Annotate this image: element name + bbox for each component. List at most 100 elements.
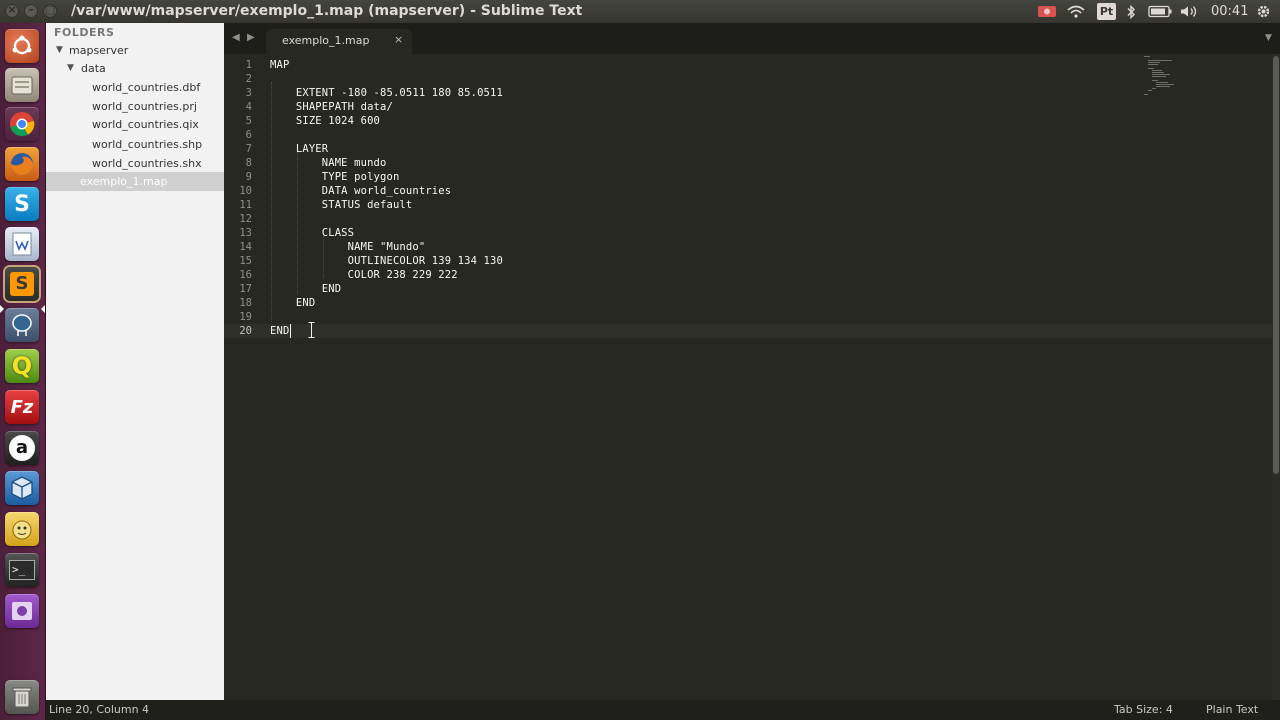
settings-gear-icon[interactable] [1256,0,1271,23]
line-number: 2 [245,73,252,85]
pidgin-icon[interactable] [5,512,39,546]
tab-nav-left-icon[interactable]: ◀ [232,32,240,43]
screen-recorder-icon[interactable] [1037,0,1057,23]
launcher: S S Q Fz a >_ [0,23,46,720]
line-number: 15 [239,255,252,267]
clock[interactable]: 00:41 [1211,0,1248,23]
volume-icon[interactable] [1180,0,1200,23]
amazon-icon[interactable]: a [5,431,39,465]
code-line: DATA world_countries [270,185,452,197]
tab-menu-icon[interactable]: ▼ [1265,33,1272,43]
ubuntu-dash-icon[interactable] [5,29,39,63]
keyboard-layout-label: Pt [1097,3,1116,20]
tab-exemplo-1-map[interactable]: exemplo_1.map × [266,29,412,54]
line-number: 13 [239,227,252,239]
tab-nav-right-icon[interactable]: ▶ [247,32,255,43]
line-number: 14 [239,241,252,253]
tab-close-icon[interactable]: × [394,33,403,46]
terminal-icon[interactable]: >_ [5,553,39,587]
filezilla-icon[interactable]: Fz [5,390,39,424]
chrome-icon[interactable] [5,107,39,141]
tree-folder-mapserver[interactable]: ▼ mapserver [46,41,224,60]
code-line: COLOR 238 229 222 [270,269,458,281]
keyboard-layout-indicator[interactable]: Pt [1097,0,1116,23]
code-line: EXTENT -180 -85.0511 180 85.0511 [270,87,503,99]
tree-item-label: mapserver [69,44,129,57]
line-number: 10 [239,185,252,197]
top-panel: × – □ /var/www/mapserver/exemplo_1.map (… [0,0,1280,23]
code-line: SIZE 1024 600 [270,115,381,127]
line-number: 20 [239,325,252,337]
sidebar: FOLDERS ▼ mapserver ▼ data world_countri… [46,23,224,700]
line-number: 16 [239,269,252,281]
active-indicator [41,305,45,313]
libreoffice-writer-icon[interactable] [5,227,39,261]
files-icon[interactable] [5,68,39,102]
firefox-icon[interactable] [5,147,39,181]
maximize-window-button[interactable]: □ [43,3,57,18]
minimize-icon: – [28,3,34,16]
vertical-scrollbar[interactable] [1272,54,1280,700]
pgadmin-icon[interactable] [5,308,39,342]
code-line: NAME "Mundo" [270,241,426,253]
qgis-icon[interactable]: Q [5,349,39,383]
tree-item-label: world_countries.prj [92,100,197,113]
line-number: 7 [245,143,252,155]
trash-icon[interactable] [5,680,39,714]
code-line: MAP [270,59,290,71]
battery-icon[interactable] [1148,0,1172,23]
line-number: 19 [239,311,252,323]
tree-item-label: data [81,62,106,75]
line-number: 1 [245,59,252,71]
expand-arrow-icon[interactable]: ▼ [67,59,74,78]
tree-item-label: world_countries.qix [92,118,199,131]
tab-label: exemplo_1.map [282,34,370,47]
line-number: 18 [239,297,252,309]
code-editor[interactable]: 1 2 3 4 5 6 7 8 9 10 11 12 13 14 15 16 17 18 19 20 MAP EXTE… [224,54,1272,700]
skype-icon[interactable]: S [5,187,39,221]
minimap[interactable] [1144,56,1184,101]
close-window-button[interactable]: × [5,3,19,18]
tree-file-selected[interactable]: exemplo_1.map [46,172,224,191]
line-number: 6 [245,129,252,141]
text-caret [290,324,291,338]
line-number: 8 [245,157,252,169]
tree-file[interactable]: world_countries.shx [46,154,224,173]
tree-folder-data[interactable]: ▼ data [46,59,224,78]
line-number: 4 [245,101,252,113]
scrollbar-thumb[interactable] [1273,56,1279,474]
running-indicator [0,305,4,313]
code-line: OUTLINECOLOR 139 134 130 [270,255,503,267]
folders-heading: FOLDERS [54,26,115,39]
window-title: /var/www/mapserver/exemplo_1.map (mapser… [71,3,583,19]
tree-item-label: world_countries.dbf [92,81,201,94]
tree-item-label: exemplo_1.map [80,175,168,188]
line-number: 9 [245,171,252,183]
line-number: 17 [239,283,252,295]
wifi-icon[interactable] [1067,0,1085,23]
expand-arrow-icon[interactable]: ▼ [56,41,63,60]
status-bar: Line 20, Column 4 Tab Size: 4 Plain Text [46,700,1280,720]
tree-file[interactable]: world_countries.shp [46,135,224,154]
minimize-window-button[interactable]: – [24,3,38,18]
media-player-icon[interactable] [5,594,39,628]
tree-item-label: world_countries.shx [92,157,202,170]
tab-size-selector[interactable]: Tab Size: 4 [1114,700,1173,720]
line-number: 12 [239,213,252,225]
code-line: STATUS default [270,199,413,211]
mouse-ibeam-cursor-icon [308,322,315,338]
bluetooth-icon[interactable] [1126,0,1136,23]
syntax-selector[interactable]: Plain Text [1206,700,1258,720]
code-line: TYPE polygon [270,171,400,183]
line-number: 5 [245,115,252,127]
tree-file[interactable]: world_countries.dbf [46,78,224,97]
sublime-text-icon[interactable]: S [5,267,39,301]
line-number: 11 [239,199,252,211]
virtualbox-icon[interactable] [5,471,39,505]
tree-file[interactable]: world_countries.prj [46,97,224,116]
line-number: 3 [245,87,252,99]
code-line: NAME mundo [270,157,387,169]
code-line: CLASS [270,227,355,239]
tree-file[interactable]: world_countries.qix [46,115,224,134]
code-line: END [270,325,290,337]
